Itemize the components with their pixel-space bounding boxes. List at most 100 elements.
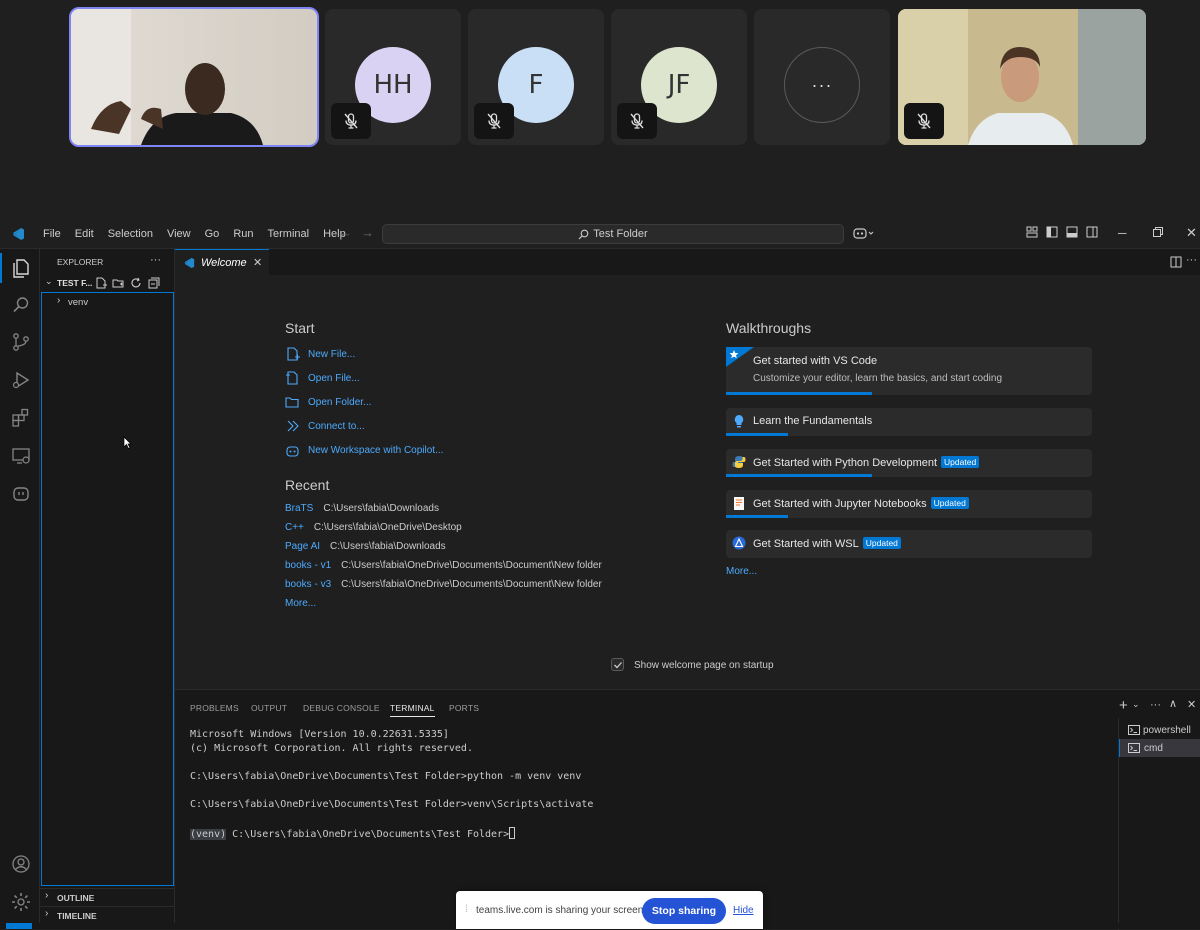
toggle-sidebar-icon[interactable]	[1046, 226, 1060, 240]
recent-item[interactable]: C++ C:\Users\fabia\OneDrive\Desktop	[285, 522, 462, 533]
restore-icon[interactable]	[1152, 226, 1166, 240]
maximize-panel-icon[interactable]: ∧	[1169, 697, 1177, 710]
run-debug-icon[interactable]	[10, 369, 32, 391]
walkthrough-card-fundamentals[interactable]: Learn the Fundamentals	[726, 408, 1092, 436]
settings-gear-icon[interactable]	[10, 891, 32, 913]
back-arrow-icon[interactable]: ←	[339, 225, 353, 240]
outline-section[interactable]: › OUTLINE	[40, 888, 174, 905]
chevron-down-icon[interactable]: ⌄	[1132, 699, 1140, 710]
jupyter-notebook-icon	[734, 497, 744, 510]
tab-problems[interactable]: PROBLEMS	[190, 703, 239, 713]
split-editor-icon[interactable]	[1170, 256, 1182, 268]
menu-go[interactable]: Go	[198, 228, 227, 240]
tab-terminal[interactable]: TERMINAL	[390, 703, 435, 717]
muted-mic-icon	[617, 103, 657, 139]
terminal-prompt[interactable]: (venv) C:\Users\fabia\OneDrive\Documents…	[190, 827, 516, 840]
tab-welcome[interactable]: Welcome ✕	[175, 249, 269, 275]
editor-area: Welcome ✕ ··· Start New File... Open Fil…	[175, 249, 1200, 689]
menu-terminal[interactable]: Terminal	[261, 228, 317, 240]
copilot-chat-icon[interactable]	[10, 482, 32, 504]
menu-selection[interactable]: Selection	[101, 228, 160, 240]
walkthrough-card-jupyter[interactable]: Get Started with Jupyter Notebooks Update…	[726, 490, 1092, 518]
minimize-icon[interactable]: ─	[1118, 226, 1132, 240]
tab-debug-console[interactable]: DEBUG CONSOLE	[303, 703, 380, 713]
participant-tile-f[interactable]: F	[468, 9, 604, 145]
terminal-item-label: cmd	[1144, 742, 1163, 754]
menu-edit[interactable]: Edit	[68, 228, 101, 240]
menu-file[interactable]: File	[36, 228, 68, 240]
remote-connect-icon	[287, 420, 299, 431]
recent-more-link[interactable]: More...	[285, 598, 316, 609]
recent-item[interactable]: BraTS C:\Users\fabia\Downloads	[285, 503, 439, 514]
remote-indicator[interactable]	[6, 923, 32, 929]
remote-explorer-icon[interactable]	[10, 445, 32, 467]
open-file-icon	[286, 370, 298, 385]
search-icon[interactable]	[10, 294, 32, 316]
explorer-more-button[interactable]: ···	[150, 254, 161, 266]
participant-tile-jf[interactable]: JF	[611, 9, 747, 145]
vscode-logo-icon	[0, 227, 36, 241]
source-control-icon[interactable]	[10, 331, 32, 353]
editor-more-button[interactable]: ···	[1186, 254, 1197, 266]
new-terminal-plus-icon[interactable]: +	[1119, 697, 1128, 714]
stop-sharing-button[interactable]: Stop sharing	[642, 898, 726, 924]
walkthrough-card-python[interactable]: Get Started with Python Development Updat…	[726, 449, 1092, 477]
close-icon[interactable]: ✕	[1186, 225, 1200, 240]
recent-item-path: C:\Users\fabia\OneDrive\Documents\Docume…	[341, 579, 602, 590]
collapse-all-icon[interactable]	[148, 277, 160, 289]
customize-layout-icon[interactable]	[1026, 226, 1040, 240]
drag-handle-icon[interactable]: ⁞	[465, 904, 468, 915]
participant-tile-hh[interactable]: HH	[325, 9, 461, 145]
participant-initials: F	[528, 70, 544, 100]
forward-arrow-icon[interactable]: →	[361, 225, 375, 240]
updated-badge: Updated	[930, 497, 969, 509]
muted-mic-icon	[331, 103, 371, 139]
start-title: Start	[285, 320, 315, 336]
terminal-line: (c) Microsoft Corporation. All rights re…	[190, 743, 473, 754]
explorer-files-icon[interactable]	[10, 257, 32, 279]
tab-ports[interactable]: PORTS	[449, 703, 479, 713]
hide-link[interactable]: Hide	[733, 905, 754, 916]
wsl-linux-icon	[732, 536, 746, 550]
show-on-startup-checkbox[interactable]	[611, 658, 624, 671]
timeline-section[interactable]: › TIMELINE	[40, 906, 174, 923]
terminal-item-cmd[interactable]: cmd	[1119, 739, 1200, 757]
featured-star-icon	[726, 347, 754, 367]
walkthrough-card-vscode[interactable]: Get started with VS Code Customize your …	[726, 347, 1092, 395]
walkthroughs-more-link[interactable]: More...	[726, 566, 757, 577]
more-participants-button[interactable]: ···	[784, 47, 860, 123]
refresh-icon[interactable]	[130, 277, 142, 289]
tab-label: Welcome	[201, 256, 247, 269]
terminal-item-powershell[interactable]: powershell	[1119, 721, 1200, 739]
more-participants-label: ···	[811, 74, 833, 95]
new-folder-icon[interactable]	[112, 277, 124, 289]
participant-video-tile[interactable]	[898, 9, 1146, 145]
menu-view[interactable]: View	[160, 228, 198, 240]
command-center-search[interactable]: Test Folder	[382, 224, 844, 244]
activity-bar	[0, 249, 40, 929]
close-panel-icon[interactable]: ✕	[1187, 698, 1196, 711]
walkthroughs-title: Walkthroughs	[726, 320, 812, 336]
close-icon[interactable]: ✕	[253, 256, 262, 269]
tree-item-venv[interactable]: › venv	[42, 294, 173, 310]
stop-sharing-label: Stop sharing	[651, 905, 717, 917]
toggle-panel-icon[interactable]	[1066, 226, 1080, 240]
chevron-right-icon: ›	[45, 890, 49, 901]
extensions-icon[interactable]	[10, 407, 32, 429]
accounts-icon[interactable]	[10, 853, 32, 875]
copilot-icon[interactable]	[853, 226, 877, 240]
more-participants-tile[interactable]: ···	[754, 9, 890, 145]
walkthrough-card-wsl[interactable]: Get Started with WSL Updated	[726, 530, 1092, 558]
participant-video-tile-speaker[interactable]	[69, 7, 319, 147]
tab-output[interactable]: OUTPUT	[251, 703, 287, 713]
recent-item[interactable]: Page AI C:\Users\fabia\Downloads	[285, 541, 446, 552]
terminal-prompt-env: (venv)	[190, 829, 227, 840]
new-file-icon[interactable]	[95, 277, 107, 289]
recent-item[interactable]: books - v1 C:\Users\fabia\OneDrive\Docume…	[285, 560, 602, 571]
panel-more-button[interactable]: ···	[1150, 699, 1161, 711]
recent-item[interactable]: books - v3 C:\Users\fabia\OneDrive\Docume…	[285, 579, 602, 590]
menu-run[interactable]: Run	[226, 228, 260, 240]
folder-header[interactable]: ⌄ TEST F...	[40, 274, 174, 292]
share-message: teams.live.com is sharing your screen.	[476, 905, 647, 916]
toggle-secondary-sidebar-icon[interactable]	[1086, 226, 1100, 240]
